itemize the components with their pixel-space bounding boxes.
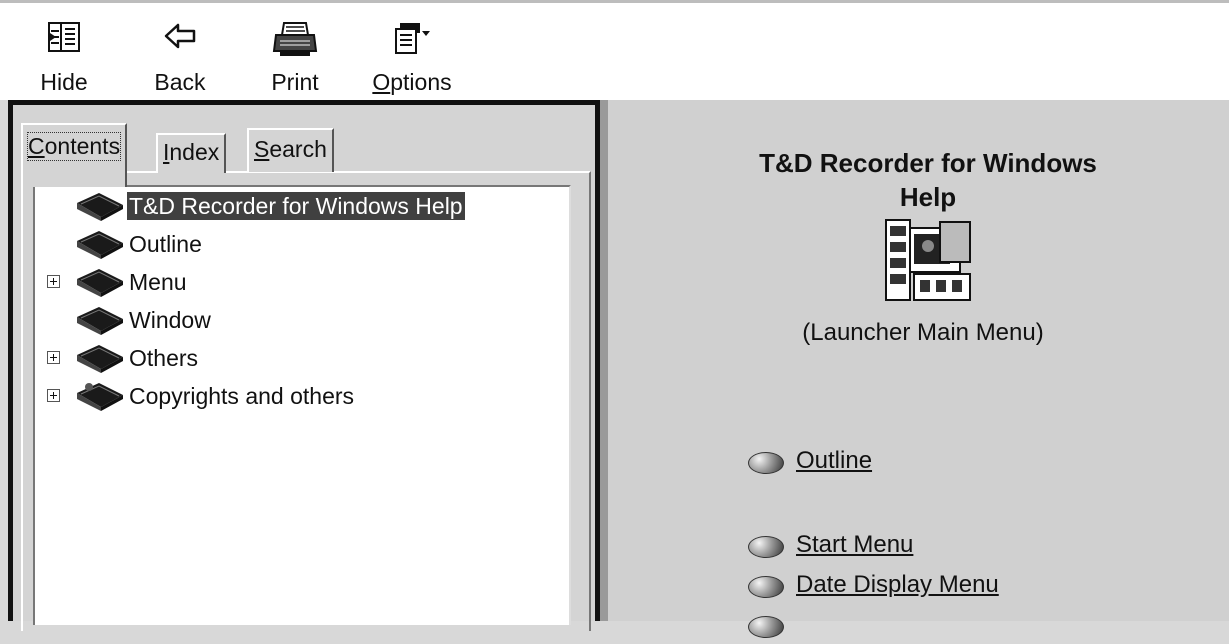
expand-plus-icon[interactable] bbox=[47, 389, 60, 402]
round-bullet-icon bbox=[748, 616, 784, 638]
options-mnemonic: O bbox=[372, 69, 391, 95]
tree-item-others[interactable]: Others bbox=[35, 341, 555, 375]
hide-button[interactable]: Hide bbox=[14, 9, 114, 97]
index-label-rest: ndex bbox=[169, 139, 220, 165]
tab-search[interactable]: Search bbox=[247, 128, 334, 172]
tab-search-label: Search bbox=[254, 136, 327, 163]
tree-item-label: Outline bbox=[129, 231, 202, 257]
contents-tree[interactable]: T&D Recorder for Windows Help Outline Me… bbox=[33, 185, 571, 625]
tab-index[interactable]: Index bbox=[156, 133, 227, 173]
title-line-1: T&D Recorder for Windows bbox=[759, 148, 1097, 178]
tree-item-help[interactable]: T&D Recorder for Windows Help bbox=[35, 189, 555, 223]
closed-book-icon bbox=[77, 193, 123, 221]
date-display-menu-link[interactable]: Date Display Menu bbox=[796, 570, 999, 600]
page-title: T&D Recorder for Windows Help bbox=[703, 146, 1153, 214]
tree-item-label: Others bbox=[129, 345, 199, 371]
contents-label-rest: ontents bbox=[44, 133, 121, 159]
toolbar: Hide Back Print Options bbox=[0, 0, 1229, 100]
launcher-icon bbox=[885, 219, 971, 301]
expand-plus-icon[interactable] bbox=[47, 275, 60, 288]
closed-book-icon bbox=[77, 231, 123, 259]
back-arrow-icon bbox=[164, 23, 196, 49]
help-topic-pane: T&D Recorder for Windows Help (Launcher … bbox=[600, 100, 1229, 638]
closed-book-icon bbox=[77, 307, 123, 335]
tab-index-label: Index bbox=[163, 139, 219, 166]
start-menu-link[interactable]: Start Menu bbox=[796, 530, 913, 560]
options-icon bbox=[395, 23, 430, 54]
tree-item-label: Window bbox=[129, 307, 211, 333]
search-label-rest: earch bbox=[269, 136, 327, 162]
closed-book-icon bbox=[77, 345, 123, 373]
options-label-rest: ptions bbox=[390, 69, 452, 95]
tab-contents-label: Contents bbox=[26, 132, 122, 161]
title-line-2: Help bbox=[899, 182, 957, 212]
tree-item-menu[interactable]: Menu bbox=[35, 265, 555, 299]
search-mnemonic: S bbox=[254, 136, 270, 162]
round-bullet-icon bbox=[748, 452, 784, 474]
tree-item-copyrights[interactable]: Copyrights and others bbox=[35, 379, 555, 413]
tree-item-label: Menu bbox=[129, 269, 187, 295]
print-button[interactable]: Print bbox=[245, 9, 345, 97]
closed-book-icon bbox=[77, 269, 123, 297]
tab-contents[interactable]: Contents bbox=[21, 123, 128, 187]
contents-mnemonic: C bbox=[28, 133, 45, 159]
back-label: Back bbox=[154, 69, 206, 95]
print-label: Print bbox=[271, 69, 319, 95]
tree-item-window[interactable]: Window bbox=[35, 303, 555, 337]
options-label: Options bbox=[362, 69, 462, 95]
tree-item-label: Copyrights and others bbox=[129, 383, 355, 409]
image-caption: (Launcher Main Menu) bbox=[802, 319, 1044, 346]
closed-book-icon bbox=[77, 383, 123, 411]
round-bullet-icon bbox=[748, 576, 784, 598]
navigation-pane: Contents Index Search T&D Recorder for W… bbox=[8, 100, 600, 631]
back-button[interactable]: Back bbox=[130, 9, 230, 97]
tree-item-label: T&D Recorder for Windows Help bbox=[127, 192, 465, 220]
hide-label: Hide bbox=[40, 69, 88, 95]
options-button[interactable]: Options bbox=[362, 9, 462, 97]
round-bullet-icon bbox=[748, 536, 784, 558]
expand-plus-icon[interactable] bbox=[47, 351, 60, 364]
outline-link[interactable]: Outline bbox=[796, 446, 872, 476]
tree-item-outline[interactable]: Outline bbox=[35, 227, 555, 261]
hide-pane-icon bbox=[48, 22, 80, 52]
printer-icon bbox=[272, 22, 318, 56]
